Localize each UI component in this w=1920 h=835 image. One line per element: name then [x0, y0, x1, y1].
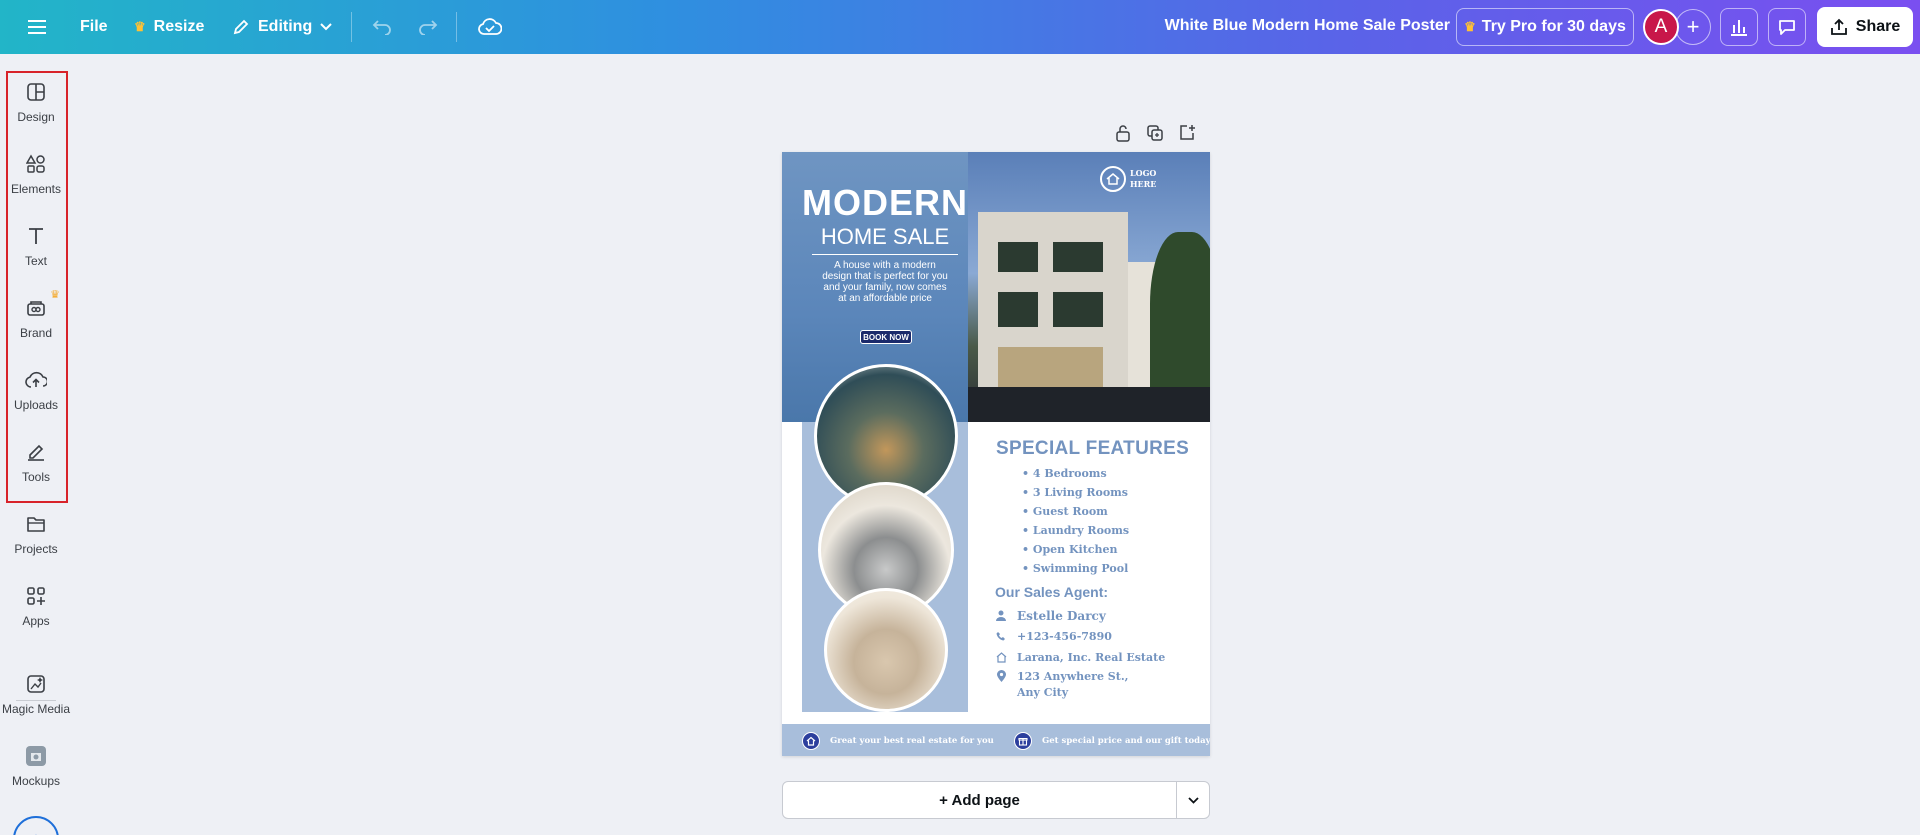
features-title[interactable]: SPECIAL FEATURES — [996, 438, 1189, 460]
poster-title[interactable]: MODERN — [802, 182, 968, 224]
sidebar-item-label: Apps — [22, 614, 50, 628]
poster-divider — [812, 254, 958, 255]
feature-item: • 3 Living Rooms — [1022, 486, 1128, 499]
footer-left-text: Great your best real estate for you — [830, 736, 994, 746]
share-label: Share — [1855, 18, 1901, 35]
location-pin-icon — [995, 669, 1007, 683]
sidebar-item-label: Magic Media — [1, 702, 71, 716]
agent-name: Estelle Darcy — [1017, 609, 1106, 623]
editing-mode-button[interactable]: Editing — [224, 10, 340, 44]
insights-button[interactable] — [1720, 8, 1758, 46]
house-photo[interactable] — [968, 152, 1210, 422]
cloud-check-icon — [478, 18, 502, 35]
sidebar-highlight-box — [6, 71, 68, 503]
living-room-photo[interactable] — [824, 588, 948, 712]
feature-item: • 4 Bedrooms — [1022, 467, 1107, 480]
agent-title[interactable]: Our Sales Agent: — [995, 584, 1108, 600]
mockups-icon — [24, 744, 48, 768]
features-list[interactable]: • 4 Bedrooms • 3 Living Rooms • Guest Ro… — [1022, 464, 1129, 578]
comments-button[interactable] — [1768, 8, 1806, 46]
poster-description[interactable]: A house with a modern design that is per… — [822, 260, 948, 304]
toolbar-divider — [351, 12, 352, 42]
redo-icon — [419, 20, 438, 35]
house-image — [978, 212, 1128, 402]
document-title[interactable]: White Blue Modern Home Sale Poster — [1165, 17, 1450, 35]
footer-left-item[interactable]: Great your best real estate for you — [802, 732, 994, 750]
invite-button[interactable]: + — [1675, 9, 1711, 45]
design-canvas-page[interactable]: MODERN HOME SALE A house with a modern d… — [782, 152, 1210, 756]
file-menu-button[interactable]: File — [72, 10, 116, 44]
agent-address-row[interactable]: 123 Anywhere St., Any City — [995, 669, 1147, 701]
file-label: File — [80, 18, 108, 35]
street-image — [968, 387, 1210, 422]
crown-icon: ♛ — [134, 19, 146, 34]
resize-label: Resize — [153, 18, 205, 35]
home-logo-icon — [1100, 166, 1126, 192]
agent-phone-row[interactable]: +123-456-7890 — [995, 629, 1112, 645]
poster-footer: Great your best real estate for you Get … — [782, 724, 1210, 756]
agent-company: Larana, Inc. Real Estate — [1017, 651, 1166, 664]
folder-icon — [24, 512, 48, 536]
duplicate-page-icon[interactable] — [1144, 122, 1166, 144]
feature-item: • Open Kitchen — [1022, 543, 1118, 556]
agent-name-row[interactable]: Estelle Darcy — [995, 608, 1106, 624]
plus-icon: + — [1686, 14, 1700, 39]
toolbar-divider — [456, 12, 457, 42]
editing-label: Editing — [258, 18, 313, 35]
try-pro-button[interactable]: ♛ Try Pro for 30 days — [1456, 8, 1634, 46]
pencil-icon — [233, 19, 249, 35]
add-page-dropdown-button[interactable] — [1176, 781, 1210, 819]
chevron-down-icon — [1187, 796, 1199, 804]
feature-item: • Swimming Pool — [1022, 562, 1129, 575]
footer-right-text: Get special price and our gift today — [1042, 736, 1210, 746]
undo-button[interactable] — [364, 10, 400, 44]
resize-button[interactable]: ♛ Resize — [126, 10, 212, 44]
home-icon — [802, 732, 820, 750]
chevron-down-icon — [320, 23, 332, 31]
share-icon — [1830, 18, 1847, 35]
top-bar: File ♛ Resize Editing White Blue Modern … — [0, 0, 1920, 54]
sidebar-item-label: Projects — [14, 542, 58, 556]
magic-assistant-button[interactable]: ✦ — [13, 816, 59, 835]
book-now-badge[interactable]: BOOK NOW — [860, 330, 912, 344]
feature-item: • Laundry Rooms — [1022, 524, 1130, 537]
bar-chart-icon — [1731, 20, 1747, 36]
hamburger-icon — [28, 20, 46, 34]
tree-image — [1150, 232, 1210, 412]
sparkle-icon: ✦ — [30, 831, 42, 835]
sidebar-item-label: Mockups — [11, 774, 61, 788]
undo-icon — [372, 20, 391, 35]
crown-icon: ♛ — [1464, 19, 1476, 34]
sidebar-item-mockups[interactable]: Mockups — [0, 740, 72, 804]
agent-phone: +123-456-7890 — [1017, 630, 1112, 643]
person-icon — [995, 608, 1007, 622]
logo-placeholder[interactable]: LOGO HERE — [1100, 166, 1156, 192]
feature-item: • Guest Room — [1022, 505, 1108, 518]
logo-text-line1: LOGO — [1130, 168, 1157, 178]
poster-subtitle[interactable]: HOME SALE — [802, 224, 968, 250]
add-page-button[interactable]: + Add page — [782, 781, 1177, 819]
gift-icon — [1014, 732, 1032, 750]
agent-address: 123 Anywhere St., Any City — [1017, 670, 1129, 699]
magic-media-icon — [24, 672, 48, 696]
logo-text-line2: HERE — [1130, 179, 1157, 189]
footer-right-item[interactable]: Get special price and our gift today — [1014, 732, 1210, 750]
redo-button[interactable] — [410, 10, 446, 44]
page-tools — [1112, 122, 1198, 144]
sidebar-item-magic-media[interactable]: Magic Media — [0, 668, 72, 732]
comment-icon — [1779, 20, 1795, 35]
agent-company-row[interactable]: Larana, Inc. Real Estate — [995, 650, 1165, 666]
sidebar-item-apps[interactable]: Apps — [0, 580, 72, 644]
building-icon — [995, 650, 1007, 664]
add-page-icon[interactable] — [1176, 122, 1198, 144]
menu-button[interactable] — [20, 10, 54, 44]
save-status-button[interactable] — [470, 10, 510, 44]
phone-icon — [995, 629, 1007, 643]
sidebar-item-projects[interactable]: Projects — [0, 508, 72, 572]
try-pro-label: Try Pro for 30 days — [1481, 18, 1626, 35]
avatar[interactable]: A — [1643, 9, 1679, 45]
share-button[interactable]: Share — [1817, 7, 1913, 47]
lock-icon[interactable] — [1112, 122, 1134, 144]
apps-icon — [24, 584, 48, 608]
